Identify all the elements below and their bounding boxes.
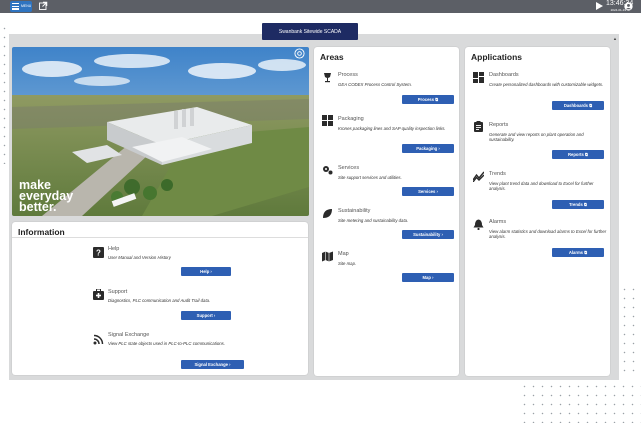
- dashboard-icon: [473, 72, 484, 83]
- external-link-icon: ⧉: [589, 103, 593, 108]
- chevron-right-icon: ›: [436, 189, 438, 194]
- signal-exchange-title: Signal Exchange: [108, 332, 150, 338]
- areas-title: Areas: [320, 52, 344, 62]
- reports-button-label: Reports: [568, 152, 584, 157]
- packages-icon: [322, 115, 333, 126]
- trends-title: Trends: [489, 171, 506, 177]
- trend-line-icon: [473, 171, 484, 182]
- help-desc: User Manual and Version History: [108, 255, 171, 260]
- chevron-right-icon: ›: [210, 269, 212, 274]
- map-desc: Site map.: [338, 261, 357, 266]
- help-button-label: Help: [200, 269, 210, 274]
- sustainability-button[interactable]: Sustainability ›: [402, 230, 454, 239]
- services-desc: Site support services and utilities.: [338, 175, 402, 180]
- dashboards-button-label: Dashboards: [563, 103, 589, 108]
- first-aid-icon: [93, 289, 104, 300]
- trends-button[interactable]: Trends ⧉: [552, 200, 604, 209]
- alarms-title: Alarms: [489, 219, 507, 225]
- reports-title: Reports: [489, 122, 509, 128]
- goblet-icon: [324, 73, 331, 83]
- reports-button[interactable]: Reports ⧉: [552, 150, 604, 159]
- process-desc: GEA CODEX Process Control System.: [338, 82, 412, 87]
- gear-icon[interactable]: [294, 48, 305, 59]
- signal-exchange-desc: View PLC state objects used in PLC-to-PL…: [108, 341, 225, 346]
- svg-text:?: ?: [96, 249, 101, 258]
- chevron-right-icon: ›: [229, 362, 231, 367]
- hero-slogan-line3: better.: [19, 200, 57, 214]
- map-button-label: Map: [422, 275, 431, 280]
- hero-slogan: make everyday better.: [19, 179, 73, 214]
- alarms-button-label: Alarms: [568, 250, 584, 255]
- map-title: Map: [338, 251, 349, 257]
- sustainability-desc: Site metering and sustainability data.: [338, 218, 409, 223]
- dashboards-desc: Create personalized dashboards with cust…: [489, 82, 604, 87]
- play-icon[interactable]: [596, 2, 603, 10]
- sustainability-title: Sustainability: [338, 208, 371, 214]
- sustainability-button-label: Sustainability: [413, 232, 441, 237]
- packaging-title: Packaging: [338, 116, 364, 122]
- chevron-right-icon: ›: [441, 232, 443, 237]
- bell-icon: [473, 219, 484, 230]
- support-title: Support: [108, 289, 128, 295]
- map-button[interactable]: Map ›: [402, 273, 454, 282]
- packaging-button-label: Packaging: [416, 146, 438, 151]
- external-link-icon: ⧉: [435, 97, 439, 102]
- process-button[interactable]: Process ⧉: [402, 95, 454, 104]
- user-account-icon[interactable]: [624, 2, 633, 11]
- help-icon: ?: [93, 247, 104, 258]
- information-card: Information ? Help User Manual and Versi…: [12, 222, 308, 375]
- trends-desc: View plant trend data and download to Ex…: [489, 181, 594, 191]
- support-button-label: Support: [196, 313, 213, 318]
- external-link-icon[interactable]: [38, 1, 48, 11]
- process-button-label: Process: [417, 97, 435, 102]
- clock: 13:46:34 2024-01-19: [606, 0, 634, 12]
- hamburger-icon: [12, 3, 19, 10]
- decorative-dots-right: [620, 285, 641, 375]
- dashboards-title: Dashboards: [489, 72, 519, 78]
- external-link-icon: ⧉: [584, 250, 588, 255]
- help-title: Help: [108, 246, 120, 252]
- clock-time: 13:46:34: [606, 0, 634, 7]
- menu-button[interactable]: MENU: [10, 1, 32, 12]
- applications-card: Applications Dashboards Create personali…: [465, 47, 610, 376]
- areas-card: Areas Process GEA CODEX Process Control …: [314, 47, 459, 376]
- reports-desc: Generate and view reports on plant opera…: [489, 132, 584, 142]
- clipboard-icon: [474, 121, 483, 132]
- hero-image: make everyday better.: [12, 47, 309, 216]
- signal-exchange-button-label: Signal Exchange: [194, 362, 228, 367]
- signal-exchange-button[interactable]: Signal Exchange ›: [181, 360, 244, 369]
- applications-title: Applications: [471, 52, 523, 62]
- page-title: Swanbank Sitewide SCADA: [262, 23, 358, 40]
- services-title: Services: [338, 165, 360, 171]
- decorative-dots-bottom: [520, 382, 641, 423]
- chevron-right-icon: ›: [432, 275, 434, 280]
- information-title: Information: [18, 227, 65, 237]
- chevron-right-icon: ›: [213, 313, 216, 318]
- services-button[interactable]: Services ›: [402, 187, 454, 196]
- external-link-icon: ⧉: [585, 152, 588, 157]
- chevron-right-icon: ›: [438, 146, 440, 151]
- help-button[interactable]: Help ›: [181, 267, 231, 276]
- process-title: Process: [338, 72, 358, 78]
- support-button[interactable]: Support ›: [181, 311, 231, 320]
- packaging-button[interactable]: Packaging ›: [402, 144, 454, 153]
- trends-button-label: Trends: [569, 202, 583, 207]
- divider: [12, 237, 308, 238]
- services-button-label: Services: [418, 189, 436, 194]
- leaf-icon: [323, 209, 332, 218]
- menu-label: MENU: [21, 4, 32, 8]
- support-desc: Diagnostics, PLC communication and Audit…: [108, 298, 211, 303]
- top-bar: MENU 13:46:34 2024-01-19: [0, 0, 641, 13]
- scroll-up-icon[interactable]: ▲: [613, 36, 617, 41]
- packaging-desc: Krones packaging lines and SAP quality i…: [338, 126, 446, 131]
- dashboards-button[interactable]: Dashboards ⧉: [552, 101, 604, 110]
- alarms-desc: View alarm statistics and download alarm…: [489, 229, 607, 239]
- clock-date: 2024-01-19: [610, 8, 626, 12]
- external-link-icon: ⧉: [583, 202, 587, 207]
- alarms-button[interactable]: Alarms ⧉: [552, 248, 604, 257]
- rss-icon: [93, 334, 104, 345]
- gears-icon: [323, 166, 333, 175]
- map-icon: [322, 251, 333, 262]
